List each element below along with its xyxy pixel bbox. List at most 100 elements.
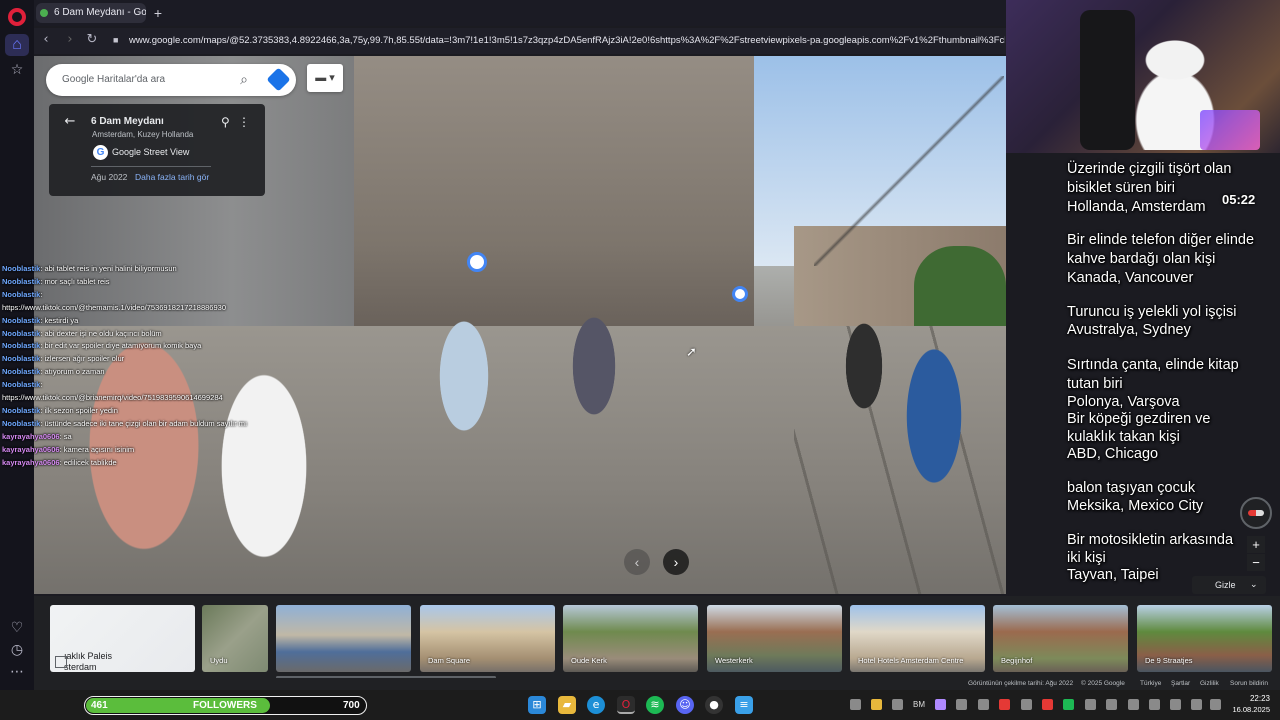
- file-explorer-icon[interactable]: ▰: [558, 696, 576, 714]
- photo-thumbnail[interactable]: Oude Kerk: [563, 605, 698, 672]
- followers-goal: 700: [343, 700, 360, 711]
- pin-icon[interactable]: ⚲: [221, 114, 233, 130]
- search-input[interactable]: Google Haritalar'da ara: [62, 73, 222, 87]
- chat-username[interactable]: Nooblastik: [2, 406, 40, 415]
- new-tab-button[interactable]: +: [150, 5, 166, 21]
- place-subtitle: Amsterdam, Kuzey Hollanda: [92, 130, 194, 139]
- microphone-icon[interactable]: [1191, 699, 1202, 710]
- volume-icon[interactable]: [1170, 699, 1181, 710]
- footer-country[interactable]: Türkiye: [1140, 679, 1161, 689]
- previous-photo-button[interactable]: ‹: [624, 549, 650, 575]
- zoom-in-button[interactable]: +: [1247, 536, 1265, 553]
- expand-icon[interactable]: [55, 656, 67, 668]
- chat-username[interactable]: Nooblastik: [2, 380, 40, 389]
- search-icon[interactable]: ⌕: [236, 72, 252, 88]
- chat-username[interactable]: Nooblastik: [2, 419, 40, 428]
- clock-time[interactable]: 22:23: [1238, 694, 1270, 704]
- history-icon[interactable]: ◷: [9, 642, 25, 658]
- webcam-keyboard: [1200, 110, 1260, 150]
- photo-thumbnail[interactable]: Hotel Hotels Amsterdam Centre: [850, 605, 985, 672]
- clock-date[interactable]: 16.08.2025: [1228, 705, 1270, 715]
- tray-app-icon[interactable]: [935, 699, 946, 710]
- opera-icon[interactable]: O: [617, 696, 635, 714]
- compass-needle-icon: [1248, 510, 1264, 516]
- thumbnail-label: Westerkerk: [715, 656, 753, 665]
- discord-icon[interactable]: ☺: [676, 696, 694, 714]
- chat-username[interactable]: kayrayahya0606: [2, 458, 60, 467]
- chat-username[interactable]: Nooblastik: [2, 354, 40, 363]
- satellite-thumbnail[interactable]: Uydu: [202, 605, 268, 672]
- keyboard-button[interactable]: ▬ ▾: [307, 64, 343, 92]
- tray-app-icon[interactable]: [1106, 699, 1117, 710]
- more-icon[interactable]: ⋯: [9, 664, 25, 680]
- followers-label: FOLLOWERS: [193, 700, 257, 711]
- edge-icon[interactable]: e: [587, 696, 605, 714]
- back-arrow-icon[interactable]: ←: [62, 114, 78, 130]
- chat-username[interactable]: Nooblastik: [2, 316, 40, 325]
- back-icon[interactable]: ‹: [38, 32, 54, 48]
- footer-privacy[interactable]: Gizlilik: [1200, 679, 1219, 689]
- chat-username[interactable]: Nooblastik: [2, 264, 40, 273]
- chat-username[interactable]: kayrayahya0606: [2, 445, 60, 454]
- chat-username[interactable]: Nooblastik: [2, 290, 40, 299]
- battery-icon[interactable]: [1210, 699, 1221, 710]
- footer-report[interactable]: Sorun bildirin: [1230, 679, 1268, 689]
- photo-thumbnail[interactable]: Begijnhof: [993, 605, 1128, 672]
- more-dates-link[interactable]: Daha fazla tarih gör: [135, 172, 215, 183]
- github-icon[interactable]: ●: [705, 696, 723, 714]
- task-item: Bir köpeği gezdiren ve: [1067, 411, 1211, 427]
- chat-text: : ilk sezon spoiler yedin: [40, 405, 118, 415]
- chat-text: : izlersen ağır spoiler olur: [40, 354, 125, 364]
- tray-app-icon[interactable]: [1063, 699, 1074, 710]
- photo-thumbnail[interactable]: Westerkerk: [707, 605, 842, 672]
- next-photo-button[interactable]: ›: [663, 549, 689, 575]
- tray-app-icon[interactable]: [956, 699, 967, 710]
- chat-username[interactable]: kayrayahya0606: [2, 432, 60, 441]
- thumbnail-label: Hotel Hotels Amsterdam Centre: [858, 656, 964, 665]
- chat-message: Nooblastik:: [2, 289, 262, 300]
- url-field[interactable]: www.google.com/maps/@52.3735383,4.892246…: [129, 34, 1005, 48]
- footer-terms[interactable]: Şartlar: [1171, 679, 1190, 689]
- notepad-icon[interactable]: ≡: [735, 696, 753, 714]
- photo-marker-icon[interactable]: [467, 252, 487, 272]
- opera-logo-icon[interactable]: [8, 8, 26, 26]
- tray-app-icon[interactable]: [850, 699, 861, 710]
- chevron-down-icon: ⌄: [1250, 579, 1258, 589]
- tray-app-icon[interactable]: [871, 699, 882, 710]
- thumbnail-label: Begijnhof: [1001, 656, 1033, 665]
- chat-username[interactable]: Nooblastik: [2, 367, 40, 376]
- tab-active[interactable]: 6 Dam Meydanı - Google: [36, 3, 146, 23]
- photo-thumbnail[interactable]: De 9 Straatjes: [1137, 605, 1272, 672]
- photo-marker-icon[interactable]: [732, 286, 748, 302]
- map-thumbnail-label: ıaklık Paleis sterdam: [64, 651, 113, 672]
- tray-app-icon[interactable]: [999, 699, 1010, 710]
- lock-icon[interactable]: ■: [113, 35, 123, 46]
- thumbnail-label: De 9 Straatjes: [1145, 656, 1193, 665]
- chat-username[interactable]: Nooblastik: [2, 329, 40, 338]
- tray-app-icon[interactable]: [1042, 699, 1053, 710]
- divider: [91, 166, 211, 167]
- forward-icon[interactable]: ›: [62, 32, 78, 48]
- spotify-icon[interactable]: ≋: [646, 696, 664, 714]
- reload-icon[interactable]: ↻: [84, 32, 100, 48]
- tray-label[interactable]: BM: [913, 699, 927, 710]
- tray-app-icon[interactable]: [892, 699, 903, 710]
- home-icon[interactable]: ⌂: [5, 34, 29, 56]
- windows-start-icon[interactable]: ⊞: [528, 696, 546, 714]
- chat-message: Nooblastik: atıyorum o zaman: [2, 366, 262, 377]
- heart-icon[interactable]: ♡: [9, 620, 25, 636]
- star-icon[interactable]: ☆: [9, 62, 25, 78]
- wifi-icon[interactable]: [1149, 699, 1160, 710]
- tray-app-icon[interactable]: [1021, 699, 1032, 710]
- footer-capture-date: Görüntünün çekilme tarihi: Ağu 2022: [968, 680, 1074, 687]
- chat-text: : bir edit var spoiler diye atamıyorum k…: [40, 341, 202, 351]
- photo-thumbnail[interactable]: Dam Square: [420, 605, 555, 672]
- more-options-icon[interactable]: ⋮: [238, 114, 250, 130]
- photo-thumbnail[interactable]: [276, 605, 411, 672]
- tray-app-icon[interactable]: [978, 699, 989, 710]
- tray-app-icon[interactable]: [1128, 699, 1139, 710]
- chat-username[interactable]: Nooblastik: [2, 341, 40, 350]
- zoom-out-button[interactable]: −: [1247, 554, 1265, 571]
- tray-app-icon[interactable]: [1085, 699, 1096, 710]
- chat-username[interactable]: Nooblastik: [2, 277, 40, 286]
